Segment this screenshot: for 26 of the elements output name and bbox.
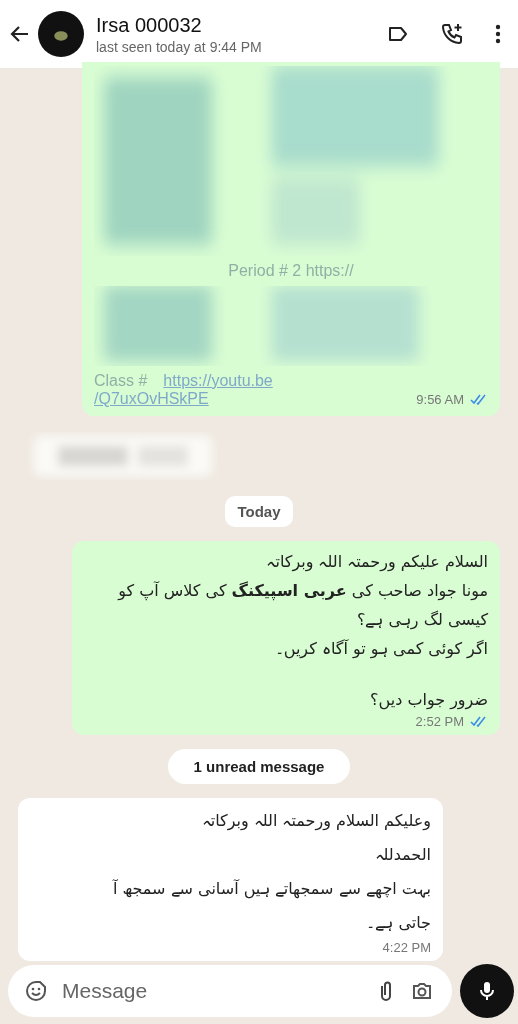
more-options-icon[interactable] [494, 22, 502, 46]
message-time: 2:52 PM [415, 714, 464, 729]
unread-messages-banner: 1 unread message [167, 749, 351, 784]
message-text: اگر کوئی کمی ہو تو آگاہ کریں۔ [273, 638, 488, 661]
message-text: Period # 2 https:// [228, 262, 354, 280]
message-bubble[interactable]: Period # 2 https:// Class # https://youtu.be /Q7uxOvHSkPE 9:56 AM [82, 62, 500, 416]
date-separator: Today [225, 496, 293, 527]
add-call-icon[interactable] [440, 22, 464, 46]
message-text: Class # [94, 372, 148, 390]
message-time: 4:22 PM [382, 940, 431, 955]
contact-name: Irsa 000032 [96, 13, 203, 37]
message-text: السلام علیکم ورحمتہ اللہ وبرکاتہ [265, 551, 488, 574]
message-field[interactable]: Message [8, 965, 452, 1017]
message-link[interactable]: https://youtu.be [163, 372, 273, 390]
message-text: بہت اچھے سے سمجھاتے ہیں آسانی سے سمجھ آ جاتی ہے۔ [111, 878, 431, 934]
avatar[interactable] [38, 11, 84, 57]
message-link[interactable]: /Q7uxOvHSkPE [94, 390, 209, 408]
sticker-icon[interactable] [24, 979, 48, 1003]
message-time: 9:56 AM [416, 391, 464, 407]
last-seen-status: last seen today at 9:44 PM [96, 38, 263, 55]
message-text: الحمدللہ [373, 844, 431, 866]
message-text: ضرور جواب دیں؟ [369, 689, 488, 712]
message-text: مونا جواد صاحب کی عربی اسپیکنگ کی کلاس آپ کو کیسی لگ رہی ہے؟ [116, 580, 488, 632]
microphone-button[interactable] [460, 964, 514, 1018]
message-text: وعلیکم السلام ورحمتہ اللہ وبرکاتہ [200, 810, 431, 833]
message-input[interactable]: Message [60, 978, 362, 1004]
